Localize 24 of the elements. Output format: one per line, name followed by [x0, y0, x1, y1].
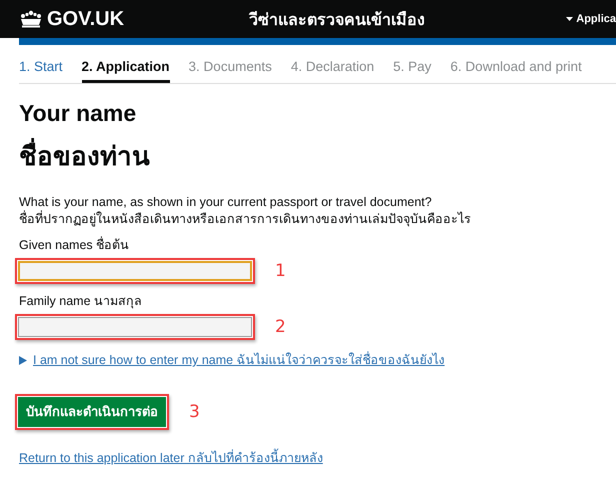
question-text: ชื่อที่ปรากฏอยู่ในหนังสือเดินทางหรือเอกสารการเดินทางของท่านเล่มปัจจุบันคืออะไร — [19, 211, 472, 228]
step-tab[interactable]: 3. Documents — [188, 59, 272, 83]
step-tab[interactable]: 4. Declaration — [290, 59, 374, 83]
site-logo[interactable]: GOV.UK — [47, 8, 124, 30]
annotation-number: 1 — [275, 261, 286, 281]
field-label: Family name นามสกุล — [19, 293, 144, 310]
return-link[interactable]: Return to this application later กลับไปที่คำร้องนี้ภายหลัง — [19, 451, 323, 465]
caret-icon — [566, 17, 574, 21]
annotation-number: 2 — [275, 317, 286, 337]
field-label: Given names ชื่อต้น — [19, 235, 130, 254]
crown-icon — [19, 10, 43, 28]
continue-button[interactable]: บันทึกและดำเนินการต่อ — [18, 397, 166, 427]
triangle-icon — [19, 356, 27, 364]
service-title: วีซ่าและตรวจคนเข้าเมือง — [249, 10, 426, 30]
page-heading: ชื่อของท่าน — [19, 135, 597, 176]
menu-link[interactable]: Applica — [576, 13, 616, 25]
page-heading: Your name — [19, 100, 138, 127]
question-text: What is your name, as shown in your current passport or travel document? — [19, 194, 433, 210]
step-tab[interactable]: 6. Download and print — [450, 59, 582, 83]
annotation-number: 3 — [189, 402, 200, 422]
step-tab[interactable]: 5. Pay — [393, 59, 432, 83]
step-tab[interactable]: 1. Start — [19, 59, 63, 83]
help-link[interactable]: I am not sure how to enter my name ฉันไม่แน่ใจว่าควรจะใส่ชื่อของฉันยังไง — [33, 350, 445, 370]
step-tab[interactable]: 2. Application — [82, 59, 170, 83]
